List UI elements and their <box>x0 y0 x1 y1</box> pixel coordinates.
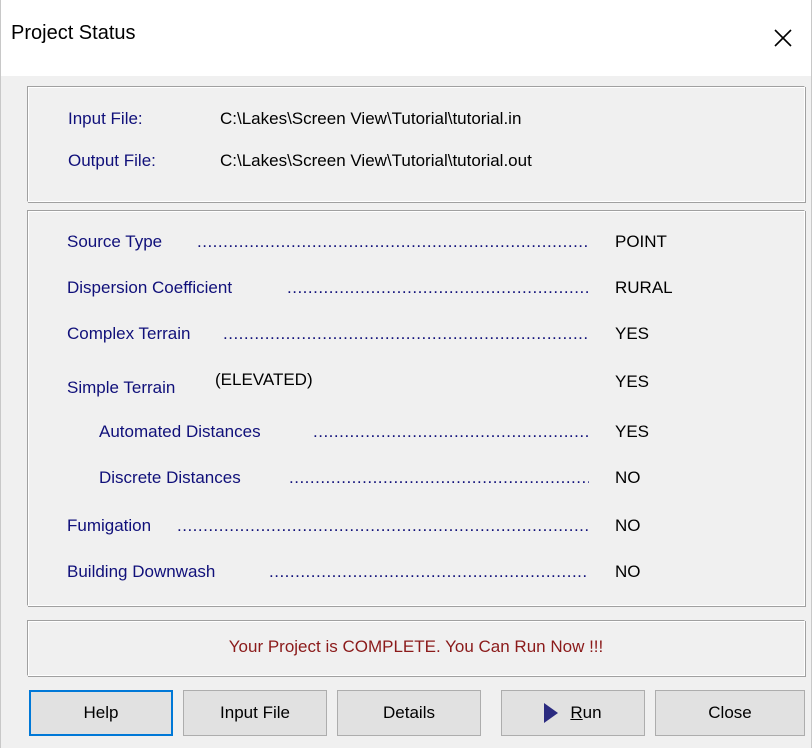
run-button-label: Run <box>570 703 602 722</box>
title-bar: Project Status <box>1 0 811 76</box>
source-type-value: POINT <box>615 232 667 251</box>
building-downwash-value: NO <box>615 562 641 581</box>
leader-dots: ........................................… <box>223 324 589 343</box>
run-button[interactable]: Run <box>501 690 645 736</box>
discrete-distances-value: NO <box>615 468 641 487</box>
complex-terrain-label: Complex Terrain <box>67 324 191 343</box>
project-status-dialog: Project Status Input File: C:\Lakes\Scre… <box>0 0 812 748</box>
close-window-button[interactable] <box>755 0 811 76</box>
leader-dots: ........................................… <box>269 562 589 581</box>
simple-terrain-value: YES <box>615 372 650 391</box>
complex-terrain-value: YES <box>615 324 650 343</box>
output-file-path: C:\Lakes\Screen View\Tutorial\tutorial.o… <box>220 151 532 170</box>
automated-distances-label: Automated Distances <box>99 422 261 441</box>
close-icon <box>774 29 792 47</box>
leader-dots: ........................................… <box>289 468 589 487</box>
dispersion-coefficient-value: RURAL <box>615 278 673 297</box>
details-button-label: Details <box>383 703 435 722</box>
leader-dots: ........................................… <box>197 232 589 251</box>
building-downwash-label: Building Downwash <box>67 562 216 581</box>
settings-panel <box>27 210 805 606</box>
status-panel: Your Project is COMPLETE. You Can Run No… <box>27 620 805 676</box>
input-file-path: C:\Lakes\Screen View\Tutorial\tutorial.i… <box>220 109 522 128</box>
close-button[interactable]: Close <box>655 690 805 736</box>
files-panel: Input File: C:\Lakes\Screen View\Tutoria… <box>27 86 805 202</box>
help-button-label: Help <box>83 703 119 722</box>
leader-dots: ........................................… <box>177 516 589 535</box>
leader-dots: ........................................… <box>287 278 589 297</box>
details-button[interactable]: Details <box>337 690 481 736</box>
input-file-button[interactable]: Input File <box>183 690 327 736</box>
close-button-label: Close <box>708 703 752 722</box>
simple-terrain-note: (ELEVATED) <box>215 370 313 389</box>
input-file-label: Input File: <box>68 109 143 128</box>
fumigation-value: NO <box>615 516 641 535</box>
fumigation-label: Fumigation <box>67 516 152 535</box>
window-title: Project Status <box>11 22 136 44</box>
source-type-label: Source Type <box>67 232 163 251</box>
simple-terrain-label: Simple Terrain <box>67 378 176 397</box>
automated-distances-value: YES <box>615 422 650 441</box>
leader-dots: ........................................… <box>313 422 589 441</box>
play-arrow-icon <box>544 703 559 723</box>
input-file-button-label: Input File <box>220 703 290 722</box>
status-message: Your Project is COMPLETE. You Can Run No… <box>228 637 604 656</box>
dispersion-coefficient-label: Dispersion Coefficient <box>67 278 233 297</box>
output-file-label: Output File: <box>68 151 156 170</box>
help-button[interactable]: Help <box>29 690 173 736</box>
discrete-distances-label: Discrete Distances <box>99 468 241 487</box>
